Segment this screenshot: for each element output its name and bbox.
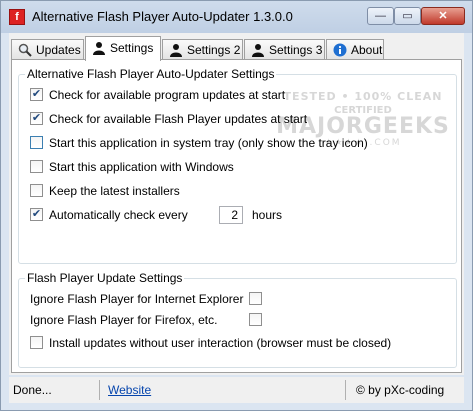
info-icon <box>333 43 347 57</box>
client-area: Updates Settings Settings 2 Settings 3 A… <box>9 33 464 375</box>
copyright-text: © by pXc-coding <box>356 383 445 397</box>
option-label: Automatically check every <box>49 208 188 222</box>
checkbox[interactable] <box>30 136 43 149</box>
updater-settings-group: Alternative Flash Player Auto-Updater Se… <box>18 67 457 264</box>
option-label: Check for available Flash Player updates… <box>49 112 308 126</box>
magnifier-icon <box>18 43 32 57</box>
checkbox[interactable] <box>30 160 43 173</box>
option-label: Start this application in system tray (o… <box>49 136 368 150</box>
option-ignore-firefox[interactable]: Ignore Flash Player for Firefox, etc. <box>30 312 262 328</box>
minimize-button[interactable]: — <box>367 7 394 25</box>
checkbox[interactable] <box>249 313 262 326</box>
person-icon <box>251 43 265 57</box>
checkbox[interactable]: ✔ <box>30 88 43 101</box>
close-button[interactable]: ✕ <box>421 7 465 25</box>
option-label: Ignore Flash Player for Firefox, etc. <box>30 313 218 327</box>
tab-label: Settings <box>110 41 154 55</box>
option-label: Start this application with Windows <box>49 160 234 174</box>
flash-app-icon: f <box>9 9 25 25</box>
option-label: Ignore Flash Player for Internet Explore… <box>30 292 244 306</box>
option-ignore-ie[interactable]: Ignore Flash Player for Internet Explore… <box>30 291 262 307</box>
tab-settings[interactable]: Settings <box>85 36 161 61</box>
maximize-button[interactable]: ▭ <box>394 7 421 25</box>
status-text: Done... <box>13 383 52 397</box>
option-label: Check for available program updates at s… <box>49 88 286 102</box>
checkbox[interactable] <box>30 336 43 349</box>
checkbox[interactable] <box>249 292 262 305</box>
interval-input[interactable]: 2 <box>219 206 243 224</box>
settings-panel: TESTED • 100% CLEAN CERTIFIED MAJORGEEKS… <box>11 59 462 373</box>
group-title: Alternative Flash Player Auto-Updater Se… <box>25 67 277 81</box>
status-separator <box>99 380 100 400</box>
flash-settings-group: Flash Player Update Settings Ignore Flas… <box>18 271 457 368</box>
tab-settings-3[interactable]: Settings 3 <box>244 39 325 60</box>
window-title: Alternative Flash Player Auto-Updater 1.… <box>32 9 293 24</box>
checkbox[interactable]: ✔ <box>30 208 43 221</box>
status-bar: Done... Website © by pXc-coding <box>9 377 464 403</box>
interval-unit: hours <box>252 208 283 222</box>
title-bar[interactable]: f Alternative Flash Player Auto-Updater … <box>1 1 472 33</box>
tab-label: About <box>351 43 383 57</box>
tab-about[interactable]: About <box>326 39 384 60</box>
option-label: Keep the latest installers <box>49 184 180 198</box>
tab-settings-2[interactable]: Settings 2 <box>162 39 243 60</box>
website-link[interactable]: Website <box>108 381 151 399</box>
option-label: Install updates without user interaction… <box>49 336 392 350</box>
tab-label: Settings 2 <box>187 43 241 57</box>
app-window: f Alternative Flash Player Auto-Updater … <box>0 0 473 411</box>
status-separator <box>345 380 346 400</box>
tab-updates[interactable]: Updates <box>11 39 84 60</box>
person-icon <box>169 43 183 57</box>
checkbox[interactable]: ✔ <box>30 112 43 125</box>
tab-label: Settings 3 <box>269 43 323 57</box>
tab-label: Updates <box>36 43 81 57</box>
person-icon <box>92 40 106 55</box>
group-title: Flash Player Update Settings <box>25 271 185 285</box>
checkbox[interactable] <box>30 184 43 197</box>
